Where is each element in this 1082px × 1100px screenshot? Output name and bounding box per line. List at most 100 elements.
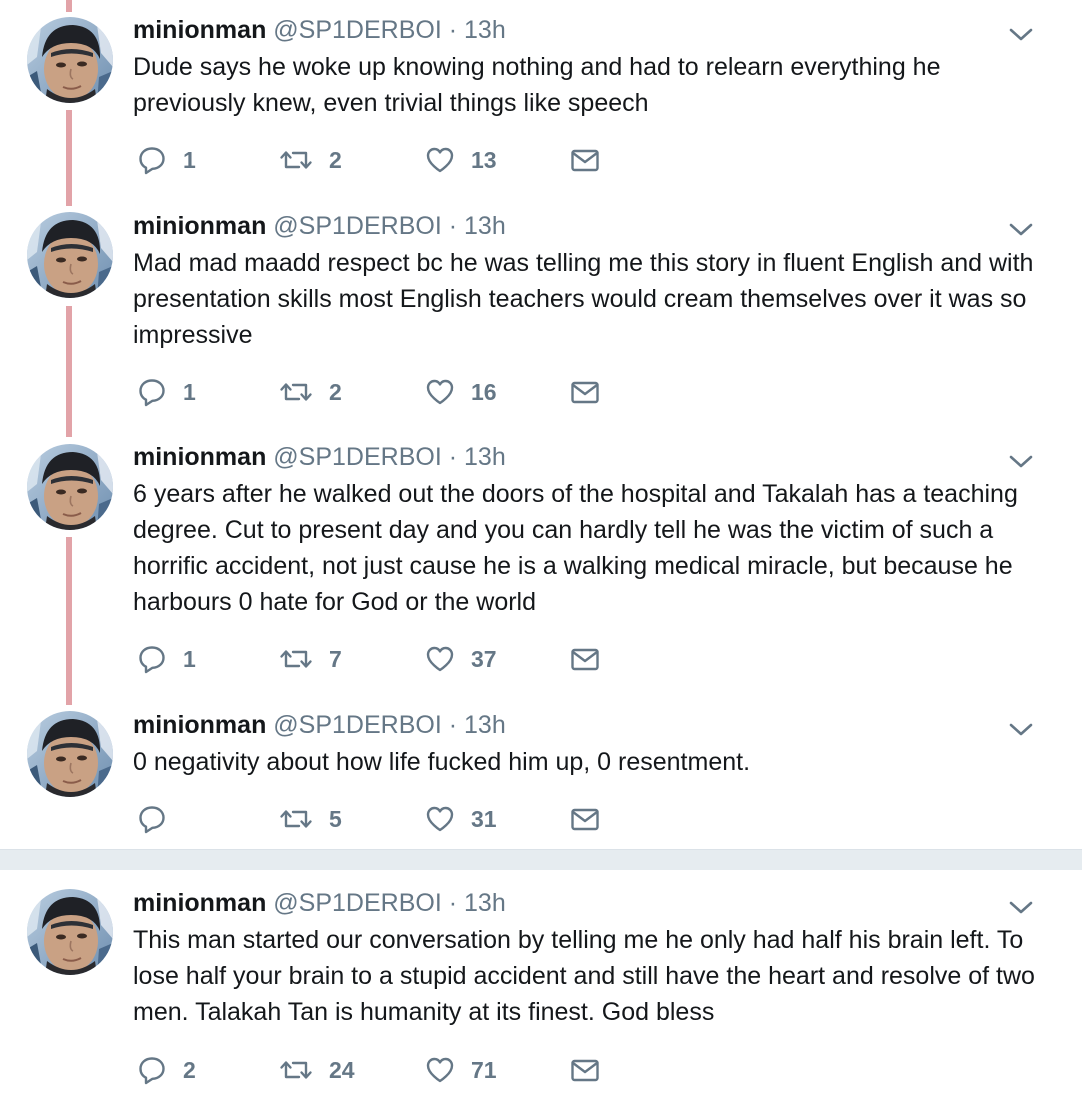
reply-button[interactable]: 1 <box>137 642 196 676</box>
tweet-header: minionman @SP1DERBOI · 13h <box>133 211 506 241</box>
direct-message-button[interactable] <box>570 642 600 676</box>
tweet-actions: 1 2 13 <box>133 143 613 177</box>
reply-count: 1 <box>183 645 196 672</box>
like-icon <box>425 377 455 407</box>
tweet-header: minionman @SP1DERBOI · 13h <box>133 15 506 45</box>
direct-message-icon <box>570 145 600 175</box>
separator-dot: · <box>448 889 458 917</box>
tweet-header: minionman @SP1DERBOI · 13h <box>133 442 506 472</box>
direct-message-icon <box>570 644 600 674</box>
tweet-text: Dude says he woke up knowing nothing and… <box>133 53 941 117</box>
like-button[interactable]: 13 <box>425 143 497 177</box>
direct-message-icon <box>570 1055 600 1085</box>
direct-message-icon <box>570 804 600 834</box>
reply-count: 2 <box>183 1056 196 1083</box>
separator-dot: · <box>448 16 458 44</box>
retweet-icon <box>279 377 313 407</box>
like-icon <box>425 644 455 674</box>
like-count: 16 <box>471 378 497 405</box>
reply-icon <box>137 145 167 175</box>
reply-button[interactable]: 1 <box>137 143 196 177</box>
like-count: 13 <box>471 146 497 173</box>
avatar[interactable] <box>27 889 113 975</box>
display-name[interactable]: minionman <box>133 443 266 471</box>
like-count: 37 <box>471 645 497 672</box>
timestamp[interactable]: 13h <box>464 16 506 44</box>
tweet-actions: 1 7 37 <box>133 642 613 676</box>
avatar[interactable] <box>27 711 113 797</box>
tweet[interactable]: minionman @SP1DERBOI · 13h This man star… <box>0 873 1082 1100</box>
tweet-text: 0 negativity about how life fucked him u… <box>133 748 751 776</box>
retweet-icon <box>279 145 313 175</box>
retweet-button[interactable]: 5 <box>279 802 342 836</box>
like-count: 31 <box>471 805 497 832</box>
user-handle[interactable]: @SP1DERBOI <box>273 443 441 471</box>
chevron-down-icon[interactable] <box>1008 26 1034 44</box>
display-name[interactable]: minionman <box>133 889 266 917</box>
separator-dot: · <box>448 212 458 240</box>
chevron-down-icon[interactable] <box>1008 899 1034 917</box>
retweet-button[interactable]: 7 <box>279 642 342 676</box>
like-icon <box>425 804 455 834</box>
direct-message-button[interactable] <box>570 1053 600 1087</box>
user-handle[interactable]: @SP1DERBOI <box>273 889 441 917</box>
direct-message-button[interactable] <box>570 143 600 177</box>
like-button[interactable]: 71 <box>425 1053 497 1087</box>
timestamp[interactable]: 13h <box>464 212 506 240</box>
retweet-button[interactable]: 24 <box>279 1053 355 1087</box>
reply-button[interactable]: 2 <box>137 1053 196 1087</box>
direct-message-button[interactable] <box>570 375 600 409</box>
user-handle[interactable]: @SP1DERBOI <box>273 711 441 739</box>
timestamp[interactable]: 13h <box>464 443 506 471</box>
retweet-button[interactable]: 2 <box>279 143 342 177</box>
direct-message-icon <box>570 377 600 407</box>
reply-button[interactable] <box>137 802 183 836</box>
tweet[interactable]: minionman @SP1DERBOI · 13h 0 negativity … <box>0 695 1082 845</box>
reply-icon <box>137 804 167 834</box>
avatar[interactable] <box>27 17 113 103</box>
user-handle[interactable]: @SP1DERBOI <box>273 212 441 240</box>
retweet-count: 5 <box>329 805 342 832</box>
display-name[interactable]: minionman <box>133 212 266 240</box>
retweet-icon <box>279 644 313 674</box>
avatar[interactable] <box>27 444 113 530</box>
display-name[interactable]: minionman <box>133 711 266 739</box>
tweet[interactable]: minionman @SP1DERBOI · 13h Dude says he … <box>0 0 1082 190</box>
like-button[interactable]: 37 <box>425 642 497 676</box>
like-button[interactable]: 16 <box>425 375 497 409</box>
reply-icon <box>137 377 167 407</box>
retweet-count: 2 <box>329 378 342 405</box>
retweet-button[interactable]: 2 <box>279 375 342 409</box>
like-count: 71 <box>471 1056 497 1083</box>
reply-icon <box>137 644 167 674</box>
display-name[interactable]: minionman <box>133 16 266 44</box>
reply-count: 1 <box>183 146 196 173</box>
tweet[interactable]: minionman @SP1DERBOI · 13h Mad mad maadd… <box>0 195 1082 425</box>
tweet-actions: 2 24 71 <box>133 1053 613 1087</box>
separator-dot: · <box>448 443 458 471</box>
reply-button[interactable]: 1 <box>137 375 196 409</box>
timestamp[interactable]: 13h <box>464 711 506 739</box>
tweet-text: Mad mad maadd respect bc he was telling … <box>133 249 1034 349</box>
like-icon <box>425 145 455 175</box>
tweet-actions: 5 31 <box>133 802 613 836</box>
tweet-text: This man started our conversation by tel… <box>133 926 1035 1026</box>
chevron-down-icon[interactable] <box>1008 721 1034 739</box>
avatar[interactable] <box>27 212 113 298</box>
user-handle[interactable]: @SP1DERBOI <box>273 16 441 44</box>
conversation-separator <box>0 849 1082 870</box>
separator-dot: · <box>448 711 458 739</box>
tweet-actions: 1 2 16 <box>133 375 613 409</box>
retweet-count: 24 <box>329 1056 355 1083</box>
timestamp[interactable]: 13h <box>464 889 506 917</box>
tweet-text: 6 years after he walked out the doors of… <box>133 480 1018 616</box>
like-button[interactable]: 31 <box>425 802 497 836</box>
tweet[interactable]: minionman @SP1DERBOI · 13h 6 years after… <box>0 427 1082 692</box>
chevron-down-icon[interactable] <box>1008 221 1034 239</box>
retweet-icon <box>279 804 313 834</box>
direct-message-button[interactable] <box>570 802 600 836</box>
tweet-header: minionman @SP1DERBOI · 13h <box>133 710 506 740</box>
retweet-count: 7 <box>329 645 342 672</box>
like-icon <box>425 1055 455 1085</box>
chevron-down-icon[interactable] <box>1008 453 1034 471</box>
